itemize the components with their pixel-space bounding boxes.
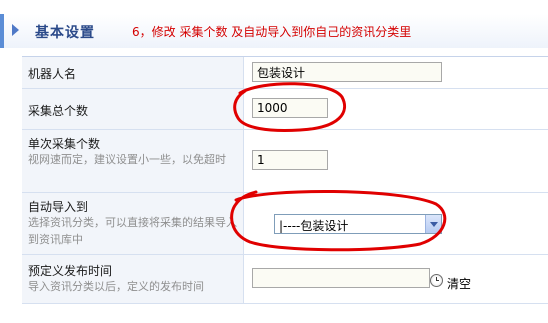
clock-icon[interactable] [430, 274, 443, 287]
publish-time-hint: 导入资讯分类以后，定义的发布时间 [28, 280, 204, 293]
section-title: 基本设置 [35, 25, 95, 41]
category-select[interactable]: |----包装设计 [274, 214, 442, 234]
form-row-auto-import: 自动导入到 选择资讯分类，可以直接将采集的结果导入到资讯库中 |----包装设计 [22, 193, 548, 255]
robot-name-label: 机器人名 [28, 67, 77, 81]
annotation-note: 6，修改 采集个数 及自动导入到你自己的资讯分类里 [132, 25, 412, 39]
section-header: 基本设置 6，修改 采集个数 及自动导入到你自己的资讯分类里 [0, 0, 548, 52]
batch-count-input[interactable] [252, 150, 328, 170]
category-select-value: |----包装设计 [279, 219, 349, 233]
batch-count-label: 单次采集个数 [28, 137, 101, 151]
total-count-label: 采集总个数 [28, 104, 89, 118]
settings-form: 机器人名 采集总个数 单次采集个数 视网速而定，建议设置小一些，以免超时 自动导… [22, 56, 548, 304]
form-row-batch-count: 单次采集个数 视网速而定，建议设置小一些，以免超时 [22, 130, 548, 193]
batch-count-hint: 视网速而定，建议设置小一些，以免超时 [28, 153, 226, 166]
chevron-down-icon[interactable] [425, 215, 441, 233]
auto-import-label: 自动导入到 [28, 200, 89, 214]
total-count-input[interactable] [252, 98, 328, 118]
triangle-right-icon [12, 24, 19, 36]
publish-time-input[interactable] [252, 268, 430, 288]
publish-time-label: 预定义发布时间 [28, 264, 113, 278]
form-row-total-count: 采集总个数 [22, 89, 548, 130]
robot-name-input[interactable] [252, 62, 442, 82]
clear-button[interactable]: 清空 [447, 275, 471, 292]
auto-import-hint: 选择资讯分类，可以直接将采集的结果导入到资讯库中 [28, 216, 237, 246]
form-row-robot-name: 机器人名 [22, 57, 548, 89]
